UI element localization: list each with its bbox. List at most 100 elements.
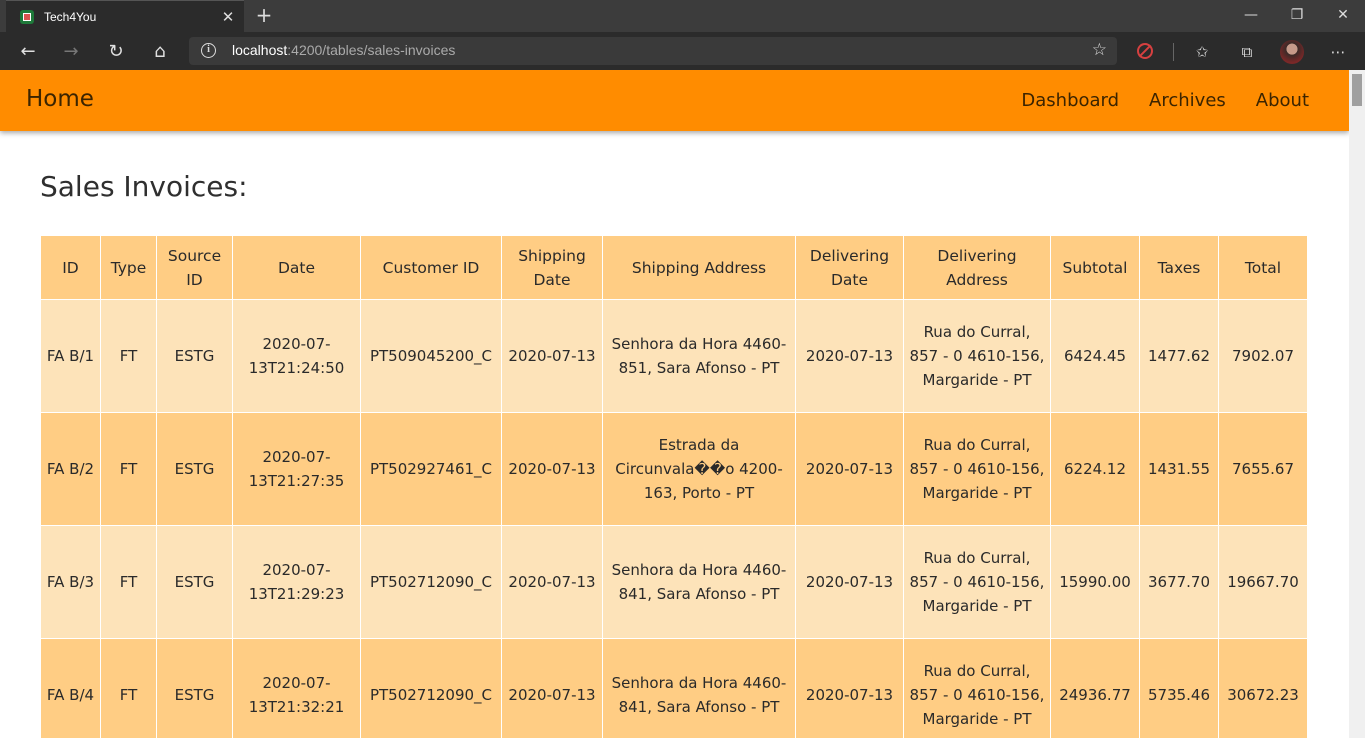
- close-tab-icon[interactable]: ✕: [218, 7, 238, 27]
- table-cell: Senhora da Hora 4460-841, Sara Afonso - …: [602, 525, 796, 639]
- table-cell: ESTG: [156, 412, 233, 526]
- table-cell: FT: [100, 299, 157, 413]
- table-row[interactable]: FA B/3 FT ESTG 2020-07-13T21:29:23 PT5027120…: [40, 525, 1308, 639]
- table-cell: FT: [100, 638, 157, 738]
- nav-links: Dashboard Archives About: [1021, 90, 1309, 111]
- brand-home-link[interactable]: Home: [26, 86, 94, 112]
- table-body: FA B/1 FT ESTG 2020-07-13T21:24:50 PT5090452…: [40, 299, 1308, 738]
- table-cell: 6224.12: [1050, 412, 1140, 526]
- favorites-list-icon[interactable]: ✩: [1190, 41, 1214, 63]
- table-cell: PT502927461_C: [360, 412, 502, 526]
- collections-icon[interactable]: ⧉: [1235, 41, 1259, 63]
- sales-invoices-table: ID Type Source ID Date Customer ID Shipping D…: [40, 235, 1308, 738]
- table-header-row: ID Type Source ID Date Customer ID Shipping D…: [40, 235, 1308, 300]
- column-header[interactable]: Shipping Address: [602, 235, 796, 300]
- column-header[interactable]: ID: [40, 235, 101, 300]
- more-menu-icon[interactable]: ⋯: [1326, 41, 1350, 63]
- table-cell: 15990.00: [1050, 525, 1140, 639]
- minimize-icon[interactable]: —: [1228, 0, 1274, 32]
- table-cell: Senhora da Hora 4460-841, Sara Afonso - …: [602, 638, 796, 738]
- column-header[interactable]: Customer ID: [360, 235, 502, 300]
- toolbar-divider: [1173, 43, 1174, 61]
- site-favicon-icon: [20, 9, 34, 24]
- column-header[interactable]: Delivering Date: [795, 235, 904, 300]
- page-viewport: Home Dashboard Archives About Sales Invoic…: [0, 70, 1349, 738]
- column-header[interactable]: Total: [1218, 235, 1308, 300]
- table-cell: 2020-07-13: [795, 638, 904, 738]
- table-cell: PT509045200_C: [360, 299, 502, 413]
- table-cell: FA B/2: [40, 412, 101, 526]
- table-cell: 2020-07-13: [501, 299, 603, 413]
- table-cell: FA B/1: [40, 299, 101, 413]
- table-cell: FT: [100, 412, 157, 526]
- table-cell: PT502712090_C: [360, 525, 502, 639]
- table-cell: FT: [100, 525, 157, 639]
- table-cell: PT502712090_C: [360, 638, 502, 738]
- close-window-icon[interactable]: ✕: [1320, 0, 1365, 32]
- refresh-icon[interactable]: ↻: [103, 39, 129, 65]
- url-text: localhost:4200/tables/sales-invoices: [232, 42, 456, 58]
- table-cell: FA B/4: [40, 638, 101, 738]
- site-info-icon[interactable]: i: [201, 43, 216, 58]
- table-cell: 3677.70: [1139, 525, 1219, 639]
- table-cell: 2020-07-13T21:27:35: [232, 412, 361, 526]
- page-title: Sales Invoices:: [40, 170, 248, 203]
- table-row[interactable]: FA B/1 FT ESTG 2020-07-13T21:24:50 PT5090452…: [40, 299, 1308, 413]
- profile-avatar[interactable]: [1280, 40, 1304, 64]
- table-row[interactable]: FA B/2 FT ESTG 2020-07-13T21:27:35 PT5029274…: [40, 412, 1308, 526]
- vertical-scrollbar[interactable]: [1349, 70, 1365, 738]
- back-arrow-icon[interactable]: ←: [15, 39, 41, 65]
- home-icon[interactable]: ⌂: [147, 39, 173, 65]
- table-cell: 5735.46: [1139, 638, 1219, 738]
- table-cell: 30672.23: [1218, 638, 1308, 738]
- table-cell: Rua do Curral, 857 - 0 4610-156, Margari…: [903, 412, 1051, 526]
- column-header[interactable]: Delivering Address: [903, 235, 1051, 300]
- table-cell: 2020-07-13T21:32:21: [232, 638, 361, 738]
- column-header[interactable]: Shipping Date: [501, 235, 603, 300]
- browser-tab[interactable]: Tech4You ✕: [6, 0, 244, 32]
- favorite-star-icon[interactable]: ☆: [1092, 40, 1107, 60]
- table-cell: 1431.55: [1139, 412, 1219, 526]
- tab-title: Tech4You: [44, 9, 97, 24]
- table-cell: FA B/3: [40, 525, 101, 639]
- column-header[interactable]: Subtotal: [1050, 235, 1140, 300]
- column-header[interactable]: Taxes: [1139, 235, 1219, 300]
- table-cell: 19667.70: [1218, 525, 1308, 639]
- table-cell: Rua do Curral, 857 - 0 4610-156, Margari…: [903, 525, 1051, 639]
- nav-link-dashboard[interactable]: Dashboard: [1021, 90, 1119, 111]
- table-cell: 7902.07: [1218, 299, 1308, 413]
- table-cell: 2020-07-13T21:29:23: [232, 525, 361, 639]
- nav-link-archives[interactable]: Archives: [1149, 90, 1226, 111]
- restore-icon[interactable]: ❐: [1274, 0, 1320, 32]
- app-navbar: Home Dashboard Archives About: [0, 70, 1349, 131]
- forward-arrow-icon[interactable]: →: [58, 39, 84, 65]
- table-row[interactable]: FA B/4 FT ESTG 2020-07-13T21:32:21 PT5027120…: [40, 638, 1308, 738]
- table-cell: 2020-07-13: [501, 412, 603, 526]
- browser-tab-strip: Tech4You ✕ + — ❐ ✕: [0, 0, 1365, 32]
- scrollbar-thumb[interactable]: [1352, 74, 1362, 106]
- column-header[interactable]: Type: [100, 235, 157, 300]
- table-cell: Rua do Curral, 857 - 0 4610-156, Margari…: [903, 299, 1051, 413]
- table-cell: 2020-07-13: [795, 412, 904, 526]
- table-cell: Estrada da Circunvala��o 4200-163, Porto…: [602, 412, 796, 526]
- table-cell: ESTG: [156, 299, 233, 413]
- table-cell: 2020-07-13T21:24:50: [232, 299, 361, 413]
- table-cell: 2020-07-13: [501, 638, 603, 738]
- address-bar[interactable]: i localhost:4200/tables/sales-invoices ☆: [189, 37, 1117, 65]
- table-cell: 6424.45: [1050, 299, 1140, 413]
- table-cell: 7655.67: [1218, 412, 1308, 526]
- column-header[interactable]: Source ID: [156, 235, 233, 300]
- table-cell: 1477.62: [1139, 299, 1219, 413]
- browser-toolbar: ← → ↻ ⌂ i localhost:4200/tables/sales-in…: [0, 32, 1365, 70]
- nav-link-about[interactable]: About: [1256, 90, 1309, 111]
- table-cell: Senhora da Hora 4460-851, Sara Afonso - …: [602, 299, 796, 413]
- blocker-extension-icon[interactable]: [1137, 43, 1153, 59]
- table-cell: Rua do Curral, 857 - 0 4610-156, Margari…: [903, 638, 1051, 738]
- table-cell: ESTG: [156, 525, 233, 639]
- table-cell: 2020-07-13: [795, 299, 904, 413]
- table-cell: 2020-07-13: [501, 525, 603, 639]
- table-cell: 24936.77: [1050, 638, 1140, 738]
- table-cell: ESTG: [156, 638, 233, 738]
- new-tab-icon[interactable]: +: [252, 3, 276, 27]
- column-header[interactable]: Date: [232, 235, 361, 300]
